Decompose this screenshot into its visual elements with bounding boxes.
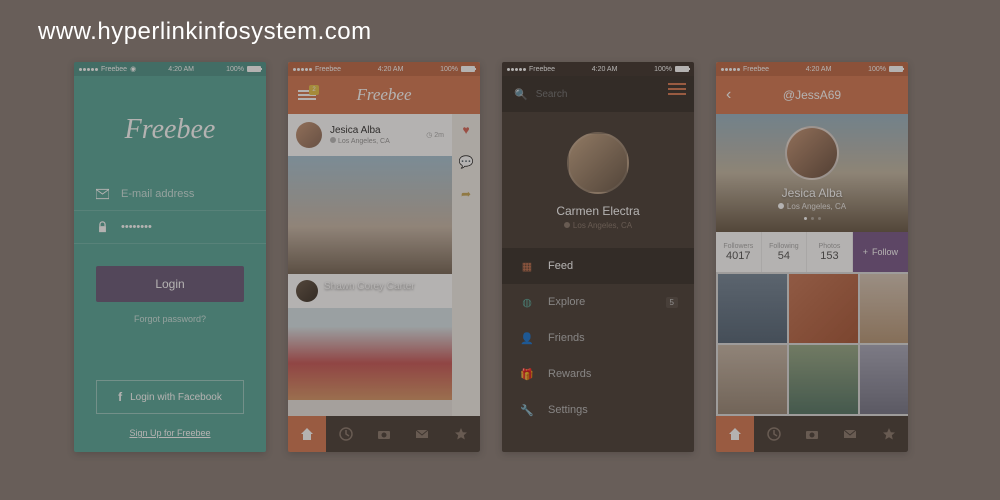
photo-thumb[interactable]: [860, 274, 908, 343]
photo-thumb[interactable]: [860, 345, 908, 414]
menu-item-explore[interactable]: ◍Explore5: [502, 284, 694, 320]
post-time: ◷ 2m: [426, 131, 444, 139]
tab-home[interactable]: [716, 416, 754, 452]
email-input[interactable]: [121, 188, 244, 200]
app-logo: Freebee: [74, 114, 266, 146]
pin-icon: [330, 137, 336, 145]
menu-screen: Freebee 4:20 AM 100% 🔍 Carmen Electra Lo…: [502, 62, 694, 452]
avatar[interactable]: [296, 122, 322, 148]
profile-name: Jesica Alba: [782, 186, 843, 200]
profile-location: Los Angeles, CA: [502, 221, 694, 230]
post-header[interactable]: Shawn Corey Carter Brooklyn, NY: [288, 274, 452, 308]
avatar[interactable]: [567, 132, 629, 194]
password-field-row[interactable]: [74, 211, 266, 244]
status-bar: Freebee◉ 4:20 AM 100%: [74, 62, 266, 76]
plus-icon: +: [863, 247, 868, 257]
photo-grid: [716, 272, 908, 416]
menu-badge: 5: [666, 297, 678, 308]
watermark-text: www.hyperlinkinfosystem.com: [38, 18, 372, 46]
tab-inbox[interactable]: [831, 416, 869, 452]
post-actions: ♥ 💬 ➦: [452, 114, 480, 416]
password-input[interactable]: [121, 221, 244, 233]
post-header[interactable]: Jesica Alba Los Angeles, CA ◷ 2m: [288, 114, 452, 156]
wifi-icon: ◉: [130, 65, 136, 73]
drawer-profile[interactable]: Carmen Electra Los Angeles, CA: [502, 112, 694, 248]
globe-icon: ◍: [520, 295, 534, 309]
facebook-icon: f: [118, 390, 122, 404]
back-button[interactable]: ‹: [726, 86, 731, 104]
tab-recent[interactable]: [326, 416, 364, 452]
post-image[interactable]: [288, 308, 452, 400]
user-icon: 👤: [520, 331, 534, 345]
lock-icon: [96, 221, 109, 233]
share-button[interactable]: ➦: [452, 178, 480, 210]
avatar[interactable]: [785, 126, 839, 180]
tab-recent[interactable]: [754, 416, 792, 452]
profile-handle: @JessA69: [783, 88, 841, 102]
header-logo: Freebee: [356, 85, 411, 105]
photo-thumb[interactable]: [718, 345, 787, 414]
search-bar[interactable]: 🔍: [502, 76, 694, 112]
page-indicator: [804, 217, 821, 220]
menu-item-rewards[interactable]: 🎁Rewards: [502, 356, 694, 392]
tab-home[interactable]: [288, 416, 326, 452]
avatar[interactable]: [296, 280, 318, 302]
feed-screen: Freebee 4:20 AM 100% 2 Freebee Jesica Al…: [288, 62, 480, 452]
photo-thumb[interactable]: [789, 345, 858, 414]
stat-photos[interactable]: Photos153: [807, 232, 853, 272]
profile-screen: Freebee 4:20 AM 100% ‹ @JessA69 Jesica A…: [716, 62, 908, 452]
tab-camera[interactable]: [793, 416, 831, 452]
profile-location: Los Angeles, CA: [778, 202, 846, 211]
gift-icon: 🎁: [520, 367, 534, 381]
follow-button[interactable]: +Follow: [853, 232, 908, 272]
photo-thumb[interactable]: [718, 274, 787, 343]
signup-link[interactable]: Sign Up for Freebee: [74, 428, 266, 438]
status-bar: Freebee 4:20 AM 100%: [288, 62, 480, 76]
login-button[interactable]: Login: [96, 266, 244, 302]
login-screen: Freebee◉ 4:20 AM 100% Freebee Login Forg…: [74, 62, 266, 452]
pin-icon: [564, 222, 570, 230]
menu-item-feed[interactable]: ▦Feed: [502, 248, 694, 284]
pin-icon: [324, 293, 330, 301]
feed-icon: ▦: [520, 259, 534, 273]
menu-close-button[interactable]: [668, 80, 686, 98]
email-field-row[interactable]: [74, 178, 266, 211]
tab-bar: [288, 416, 480, 452]
pin-icon: [778, 203, 784, 211]
forgot-password-link[interactable]: Forgot password?: [74, 314, 266, 324]
tab-favorites[interactable]: [442, 416, 480, 452]
like-button[interactable]: ♥: [452, 114, 480, 146]
post-author: Jesica Alba: [330, 125, 418, 136]
status-bar: Freebee 4:20 AM 100%: [716, 62, 908, 76]
profile-name: Carmen Electra: [502, 204, 694, 218]
notification-badge: 2: [309, 85, 319, 95]
post-image[interactable]: [288, 156, 452, 274]
search-icon: 🔍: [514, 88, 528, 101]
menu-item-settings[interactable]: 🔧Settings: [502, 392, 694, 428]
profile-header: ‹ @JessA69: [716, 76, 908, 114]
search-input[interactable]: [536, 89, 682, 100]
post-location: Los Angeles, CA: [330, 137, 418, 145]
tab-favorites[interactable]: [870, 416, 908, 452]
photo-thumb[interactable]: [789, 274, 858, 343]
tab-camera[interactable]: [365, 416, 403, 452]
stat-following[interactable]: Following54: [762, 232, 808, 272]
wrench-icon: 🔧: [520, 403, 534, 417]
post-author: Shawn Corey Carter: [324, 281, 444, 292]
feed-header: 2 Freebee: [288, 76, 480, 114]
menu-list: ▦Feed ◍Explore5 👤Friends 🎁Rewards 🔧Setti…: [502, 248, 694, 428]
menu-item-friends[interactable]: 👤Friends: [502, 320, 694, 356]
profile-hero: Jesica Alba Los Angeles, CA: [716, 114, 908, 232]
facebook-login-button[interactable]: fLogin with Facebook: [96, 380, 244, 414]
mail-icon: [96, 188, 109, 200]
menu-button[interactable]: 2: [298, 88, 316, 102]
tab-inbox[interactable]: [403, 416, 441, 452]
comment-button[interactable]: 💬: [452, 146, 480, 178]
status-bar: Freebee 4:20 AM 100%: [502, 62, 694, 76]
stats-row: Followers4017 Following54 Photos153 +Fol…: [716, 232, 908, 272]
stat-followers[interactable]: Followers4017: [716, 232, 762, 272]
tab-bar: [716, 416, 908, 452]
post-location: Brooklyn, NY: [324, 293, 444, 301]
